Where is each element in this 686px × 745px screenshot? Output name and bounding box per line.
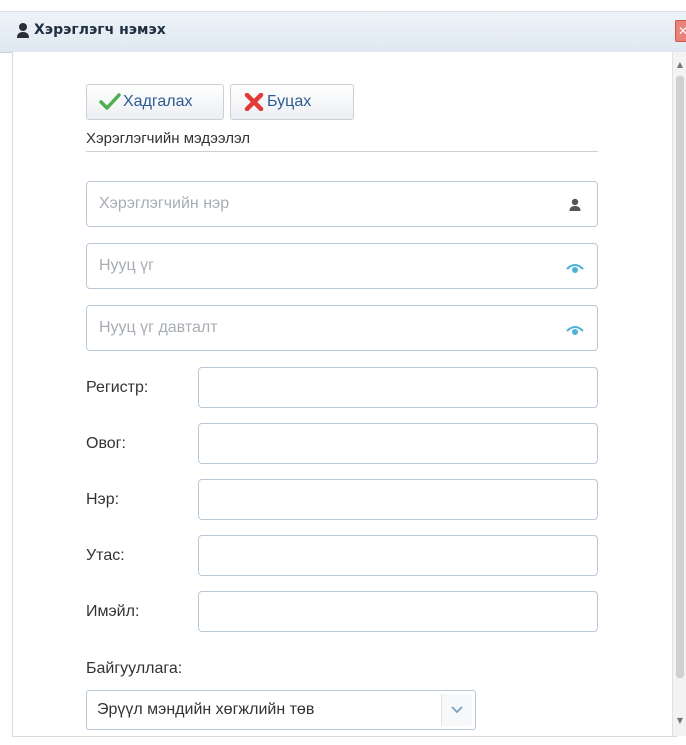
username-input[interactable] (86, 181, 598, 227)
add-user-dialog: Хэрэглэгч нэмэх ✕ ▲ ▼ Хадгалах Буцах Хэр… (0, 0, 686, 745)
email-label: Имэйл: (86, 603, 140, 620)
name-input[interactable] (198, 479, 598, 520)
vertical-scrollbar[interactable]: ▲ ▼ (672, 52, 686, 736)
user-icon (16, 22, 30, 40)
section-divider (86, 151, 598, 152)
phone-input[interactable] (198, 535, 598, 576)
organization-selected-value: Эрүүл мэндийн хөгжлийн төв (97, 701, 315, 718)
scroll-up-icon[interactable]: ▲ (675, 60, 685, 70)
name-label: Нэр: (86, 491, 120, 508)
email-input[interactable] (198, 591, 598, 632)
phone-label: Утас: (86, 547, 125, 564)
chevron-down-icon[interactable] (441, 694, 472, 726)
password-input[interactable] (86, 243, 598, 289)
save-button-label: Хадгалах (123, 93, 193, 110)
register-label: Регистр: (86, 379, 149, 396)
surname-label: Овог: (86, 435, 126, 452)
cross-icon (243, 92, 265, 112)
organization-select[interactable]: Эрүүл мэндийн хөгжлийн төв (86, 690, 476, 730)
user-icon (568, 197, 586, 211)
close-button[interactable]: ✕ (675, 20, 686, 42)
cancel-button-label: Буцах (267, 93, 312, 110)
register-input[interactable] (198, 367, 598, 408)
checkmark-icon (99, 93, 121, 111)
surname-input[interactable] (198, 423, 598, 464)
eye-icon[interactable] (566, 322, 584, 336)
dialog-titlebar: Хэрэглэгч нэмэх ✕ (0, 11, 686, 53)
dialog-title: Хэрэглэгч нэмэх (34, 22, 166, 38)
password-confirm-input[interactable] (86, 305, 598, 351)
scroll-down-icon[interactable]: ▼ (675, 716, 685, 726)
eye-icon[interactable] (566, 260, 584, 274)
organization-label: Байгууллага: (86, 660, 183, 677)
save-button[interactable]: Хадгалах (86, 84, 224, 120)
close-icon: ✕ (678, 24, 686, 38)
cancel-button[interactable]: Буцах (230, 84, 354, 120)
scrollbar-thumb[interactable] (676, 76, 684, 678)
section-title: Хэрэглэгчийн мэдээлэл (86, 130, 251, 147)
